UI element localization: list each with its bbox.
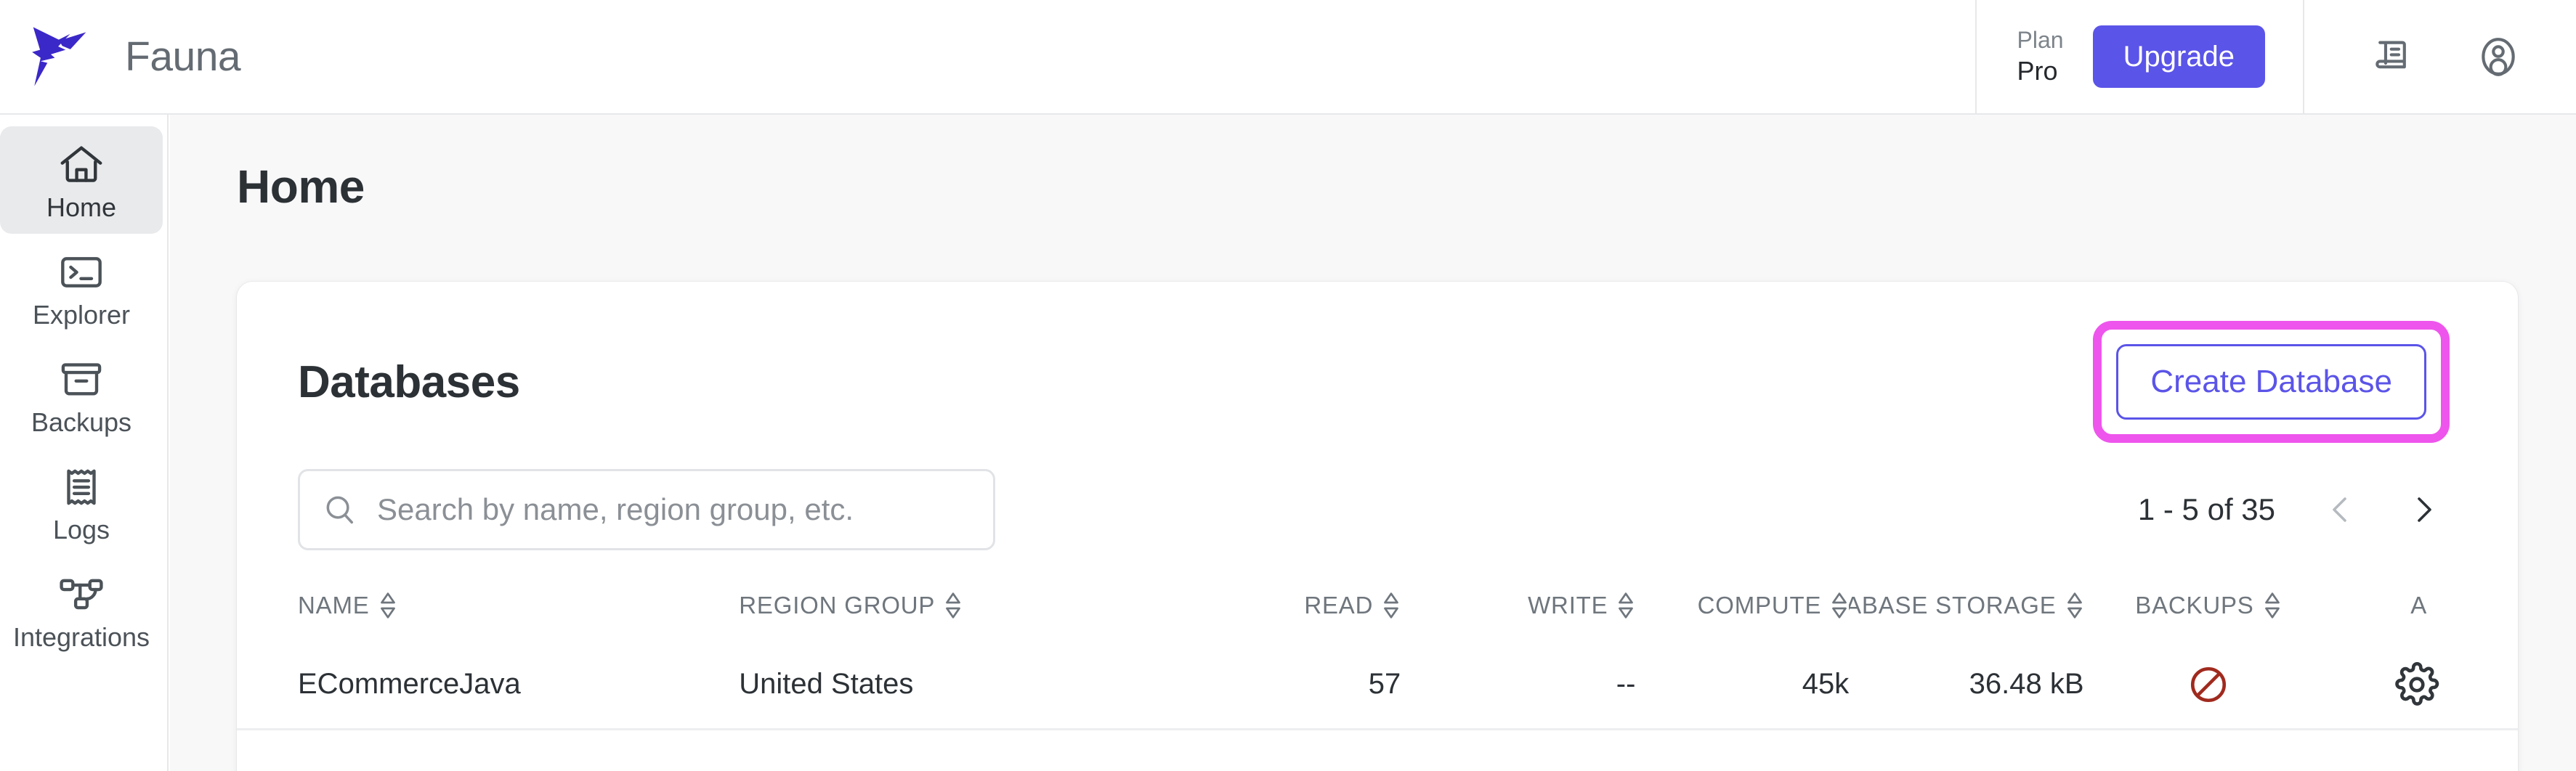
plan-value: Pro xyxy=(2017,55,2058,86)
column-header-region-group[interactable]: REGION GROUP xyxy=(739,591,1194,620)
sidebar-item-label: Integrations xyxy=(12,622,150,652)
column-header-label: READ xyxy=(1304,592,1374,619)
sort-icon xyxy=(1384,592,1399,619)
cell-backups xyxy=(2084,664,2333,706)
receipt-icon xyxy=(67,469,96,505)
column-header-label: NAME xyxy=(298,592,370,619)
sort-icon xyxy=(2067,592,2082,619)
upgrade-button[interactable]: Upgrade xyxy=(2092,25,2265,88)
no-entry-icon xyxy=(2190,666,2226,702)
brand[interactable]: Fauna xyxy=(25,20,241,93)
plan-block: Plan Pro Upgrade xyxy=(1974,0,2304,113)
cell-name: ECommerceJava xyxy=(298,668,521,700)
sort-icon xyxy=(380,592,395,619)
search-box[interactable] xyxy=(298,469,995,550)
plan-text: Plan Pro xyxy=(2017,28,2064,84)
header-icons xyxy=(2304,34,2576,79)
nodes-share-icon xyxy=(60,579,103,610)
column-header-label: DATABASE STORAGE xyxy=(1849,592,2057,619)
table-header-row: NAME REGION GROUP READ WRITE COMPUTE ABA… xyxy=(237,571,2518,640)
column-header-label: A xyxy=(2410,592,2428,619)
cell-write: -- xyxy=(1616,668,1636,700)
sort-icon xyxy=(1619,592,1634,619)
cell-read: 57 xyxy=(1368,668,1401,700)
databases-table: NAME REGION GROUP READ WRITE COMPUTE ABA… xyxy=(237,571,2518,730)
search-input[interactable] xyxy=(377,492,971,527)
search-icon xyxy=(326,496,354,524)
app-header: Fauna Plan Pro Upgrade xyxy=(0,0,2576,115)
databases-card: Databases Create Database 1 - 5 of 35 xyxy=(237,282,2518,771)
column-header-actions[interactable]: A xyxy=(2333,592,2518,619)
brand-name: Fauna xyxy=(125,33,241,80)
user-account-icon[interactable] xyxy=(2476,34,2521,79)
sort-icon xyxy=(946,592,961,619)
create-database-button[interactable]: Create Database xyxy=(2116,344,2426,420)
book-icon[interactable] xyxy=(2370,34,2415,79)
column-header-label: COMPUTE xyxy=(1697,592,1822,619)
terminal-icon xyxy=(61,257,102,287)
fauna-bird-logo-icon xyxy=(32,27,86,86)
sidebar-item-explorer[interactable]: Explorer xyxy=(0,234,163,341)
header-right-cluster: Plan Pro Upgrade xyxy=(1974,0,2576,113)
cell-database-storage: 36.48 kB xyxy=(1969,668,2084,700)
table-row[interactable]: ECommerceJava United States 57 -- 45k 36… xyxy=(237,640,2518,730)
column-header-compute[interactable]: COMPUTE xyxy=(1635,591,1849,620)
sort-icon xyxy=(1832,592,1847,619)
pagination-range: 1 - 5 of 35 xyxy=(2137,492,2275,526)
cell-compute: 45k xyxy=(1802,668,1850,700)
column-header-label: REGION GROUP xyxy=(739,592,936,619)
column-header-read[interactable]: READ xyxy=(1194,591,1401,620)
archive-box-icon xyxy=(61,363,102,396)
main-content: Home Databases Create Database 1 - 5 of … xyxy=(170,115,2576,771)
sidebar-item-integrations[interactable]: Integrations xyxy=(0,556,163,664)
sidebar: Home Explorer Backups Logs Integrations xyxy=(0,115,169,771)
chevron-left-icon[interactable] xyxy=(2323,492,2358,527)
card-title: Databases xyxy=(298,356,520,407)
sidebar-item-logs[interactable]: Logs xyxy=(0,449,163,556)
sidebar-item-label: Home xyxy=(46,192,117,222)
create-database-highlight: Create Database xyxy=(2093,321,2450,443)
pagination: 1 - 5 of 35 xyxy=(2138,492,2441,527)
plan-label: Plan xyxy=(2017,27,2064,54)
card-header: Databases Create Database xyxy=(237,282,2518,443)
column-header-backups[interactable]: BACKUPS xyxy=(2084,591,2333,620)
chevron-right-icon[interactable] xyxy=(2406,492,2441,527)
sort-icon xyxy=(2264,592,2280,619)
column-header-name[interactable]: NAME xyxy=(298,591,739,620)
sidebar-item-label: Logs xyxy=(52,515,110,544)
sidebar-item-label: Explorer xyxy=(32,300,131,330)
page-title: Home xyxy=(237,160,365,213)
sidebar-item-label: Backups xyxy=(31,407,132,437)
gear-icon[interactable] xyxy=(2394,661,2439,707)
cell-actions[interactable] xyxy=(2333,661,2518,707)
column-header-label: BACKUPS xyxy=(2135,592,2254,619)
cell-region-group: United States xyxy=(739,668,914,700)
home-icon xyxy=(60,146,102,182)
column-header-write[interactable]: WRITE xyxy=(1401,591,1635,620)
card-toolbar: 1 - 5 of 35 xyxy=(237,443,2518,550)
sidebar-item-backups[interactable]: Backups xyxy=(0,341,163,449)
column-header-label: WRITE xyxy=(1528,592,1608,619)
sidebar-item-home[interactable]: Home xyxy=(0,126,163,234)
column-header-database-storage[interactable]: DATABASE STORAGE xyxy=(1849,591,2083,620)
